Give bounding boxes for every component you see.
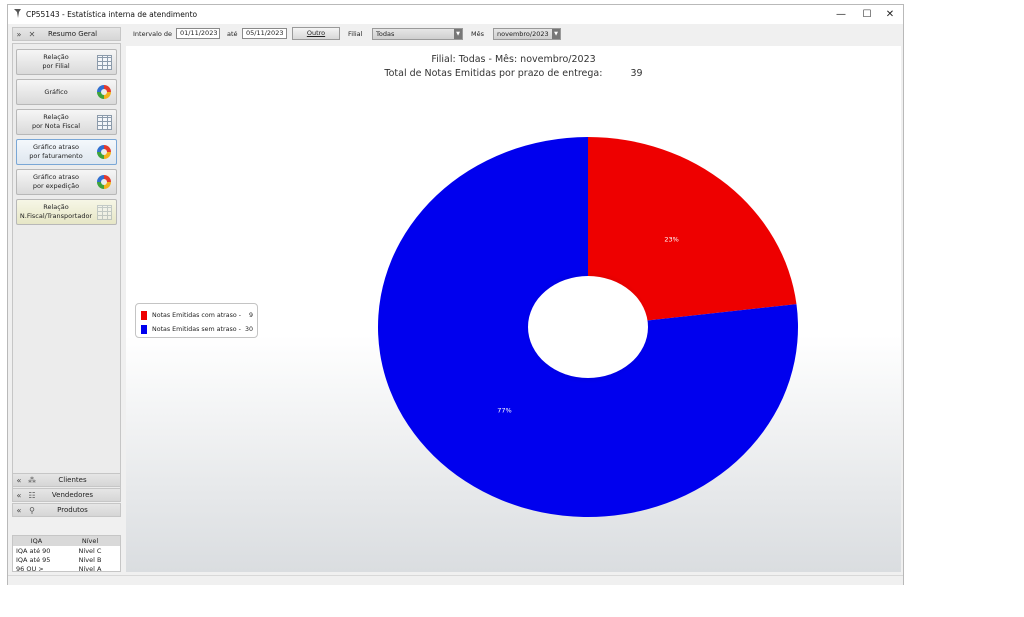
legend-swatch: [141, 324, 147, 334]
slice-percent-label: 77%: [497, 406, 511, 414]
menu-button-label: Relação N.Fiscal/Transportador: [19, 203, 93, 220]
salesperson-icon: ☷: [28, 490, 36, 500]
column-header: IQA: [30, 537, 43, 545]
menu-button-grafico-atraso-faturamento[interactable]: Gráfico atraso por faturamento: [16, 139, 117, 165]
table-cell: IQA até 90: [16, 546, 51, 555]
table-icon: [96, 114, 112, 130]
legend-item: Notas Emitidas com atraso - 9: [141, 310, 253, 320]
menu-button-relacao-filial[interactable]: Relação por Filial: [16, 49, 117, 75]
menu-button-label: Relação por Filial: [42, 53, 70, 70]
people-icon: ⁂: [28, 475, 36, 485]
panel-header-label: Produtos: [57, 506, 88, 514]
filter-toolbar: Intervalo de 01/11/2023 até 05/11/2023 O…: [126, 26, 901, 42]
app-icon: [14, 9, 21, 18]
pie-chart-icon: [97, 175, 111, 189]
menu-button-label: Gráfico: [44, 87, 68, 96]
month-select[interactable]: novembro/2023 ▼: [493, 28, 561, 40]
other-button[interactable]: Outro: [292, 27, 340, 40]
panel-header-label: Vendedores: [51, 491, 94, 499]
iqa-table: IQA Nível IQA até 90 Nível C IQA até 95 …: [12, 535, 121, 573]
table-cell: Nível C: [78, 546, 102, 555]
date-from-input[interactable]: 01/11/2023: [176, 28, 220, 39]
panel-header-resumo-geral[interactable]: » ✕ Resumo Geral: [12, 27, 121, 41]
table-icon: [96, 204, 112, 220]
pie-chart-icon: [97, 85, 111, 99]
status-bar: [8, 575, 903, 585]
interval-label: Intervalo de: [133, 30, 173, 38]
month-select-value: novembro/2023: [497, 30, 549, 38]
table-cell: Nível A: [78, 564, 102, 573]
table-cell: Nível B: [78, 555, 102, 564]
chevron-up-icon[interactable]: «: [13, 506, 25, 515]
date-to-input[interactable]: 05/11/2023: [242, 28, 287, 39]
menu-button-grafico-atraso-expedicao[interactable]: Gráfico atraso por expedição: [16, 169, 117, 195]
table-row[interactable]: IQA até 95 Nível B: [13, 555, 120, 564]
app-window: CP55143 - Estatística interna de atendim…: [7, 4, 904, 585]
legend-item: Notas Emitidas sem atraso - 30: [141, 324, 253, 334]
panel-header-label: Resumo Geral: [47, 30, 98, 38]
menu-button-label: Gráfico atraso por faturamento: [29, 143, 83, 160]
panel-header-vendedores[interactable]: « ☷ Vendedores: [12, 488, 121, 502]
sidebar: » ✕ Resumo Geral Relação por Filial Gráf…: [12, 27, 121, 573]
slice-percent-label: 23%: [664, 236, 678, 244]
column-header: Nível: [81, 537, 99, 545]
panel-header-clientes[interactable]: « ⁂ Clientes: [12, 473, 121, 487]
menu-button-label: Relação por Nota Fiscal: [31, 113, 81, 130]
menu-button-relacao-nota-fiscal[interactable]: Relação por Nota Fiscal: [16, 109, 117, 135]
table-row[interactable]: IQA até 90 Nível C: [13, 546, 120, 555]
chevron-up-icon[interactable]: «: [13, 476, 25, 485]
pie-chart-icon: [97, 145, 111, 159]
chevron-down-icon[interactable]: »: [13, 30, 25, 39]
chart-area: Filial: Todas - Mês: novembro/2023 Total…: [126, 46, 901, 572]
table-header-row: IQA Nível: [13, 536, 120, 546]
legend-swatch: [141, 310, 147, 320]
panel-header-produtos[interactable]: « ⚲ Produtos: [12, 503, 121, 517]
chart-legend: Notas Emitidas com atraso - 9 Notas Emit…: [135, 303, 258, 338]
chevron-up-icon[interactable]: «: [13, 491, 25, 500]
menu-area: Relação por Filial Gráfico Relação por N…: [12, 43, 121, 489]
legend-label: Notas Emitidas com atraso -: [152, 311, 242, 319]
menu-button-grafico[interactable]: Gráfico: [16, 79, 117, 105]
menu-button-label: Gráfico atraso por expedição: [32, 173, 80, 190]
products-icon: ⚲: [29, 505, 35, 515]
table-cell: 96 OU >: [16, 564, 44, 573]
branch-select[interactable]: Todas ▼: [372, 28, 463, 40]
table-cell: IQA até 95: [16, 555, 51, 564]
branch-select-value: Todas: [376, 30, 395, 38]
until-label: até: [227, 30, 238, 38]
minimize-button[interactable]: —: [828, 7, 854, 22]
legend-value: 9: [248, 311, 253, 319]
menu-button-relacao-nf-transportador[interactable]: Relação N.Fiscal/Transportador: [16, 199, 117, 225]
donut-hole: [528, 276, 648, 378]
chevron-down-icon[interactable]: ▼: [552, 29, 560, 39]
title-bar: CP55143 - Estatística interna de atendim…: [8, 5, 903, 24]
legend-value: 30: [244, 325, 253, 333]
window-body: » ✕ Resumo Geral Relação por Filial Gráf…: [8, 24, 903, 585]
close-button[interactable]: ✕: [877, 7, 903, 22]
table-row[interactable]: 96 OU > Nível A: [13, 564, 120, 573]
window-title: CP55143 - Estatística interna de atendim…: [26, 10, 198, 19]
branch-label: Filial: [348, 30, 363, 38]
chevron-down-icon[interactable]: ▼: [454, 29, 462, 39]
expand-icon: ✕: [28, 29, 36, 39]
month-label: Mês: [471, 30, 484, 38]
panel-header-label: Clientes: [58, 476, 87, 484]
legend-label: Notas Emitidas sem atraso -: [152, 325, 241, 333]
table-icon: [96, 54, 112, 70]
